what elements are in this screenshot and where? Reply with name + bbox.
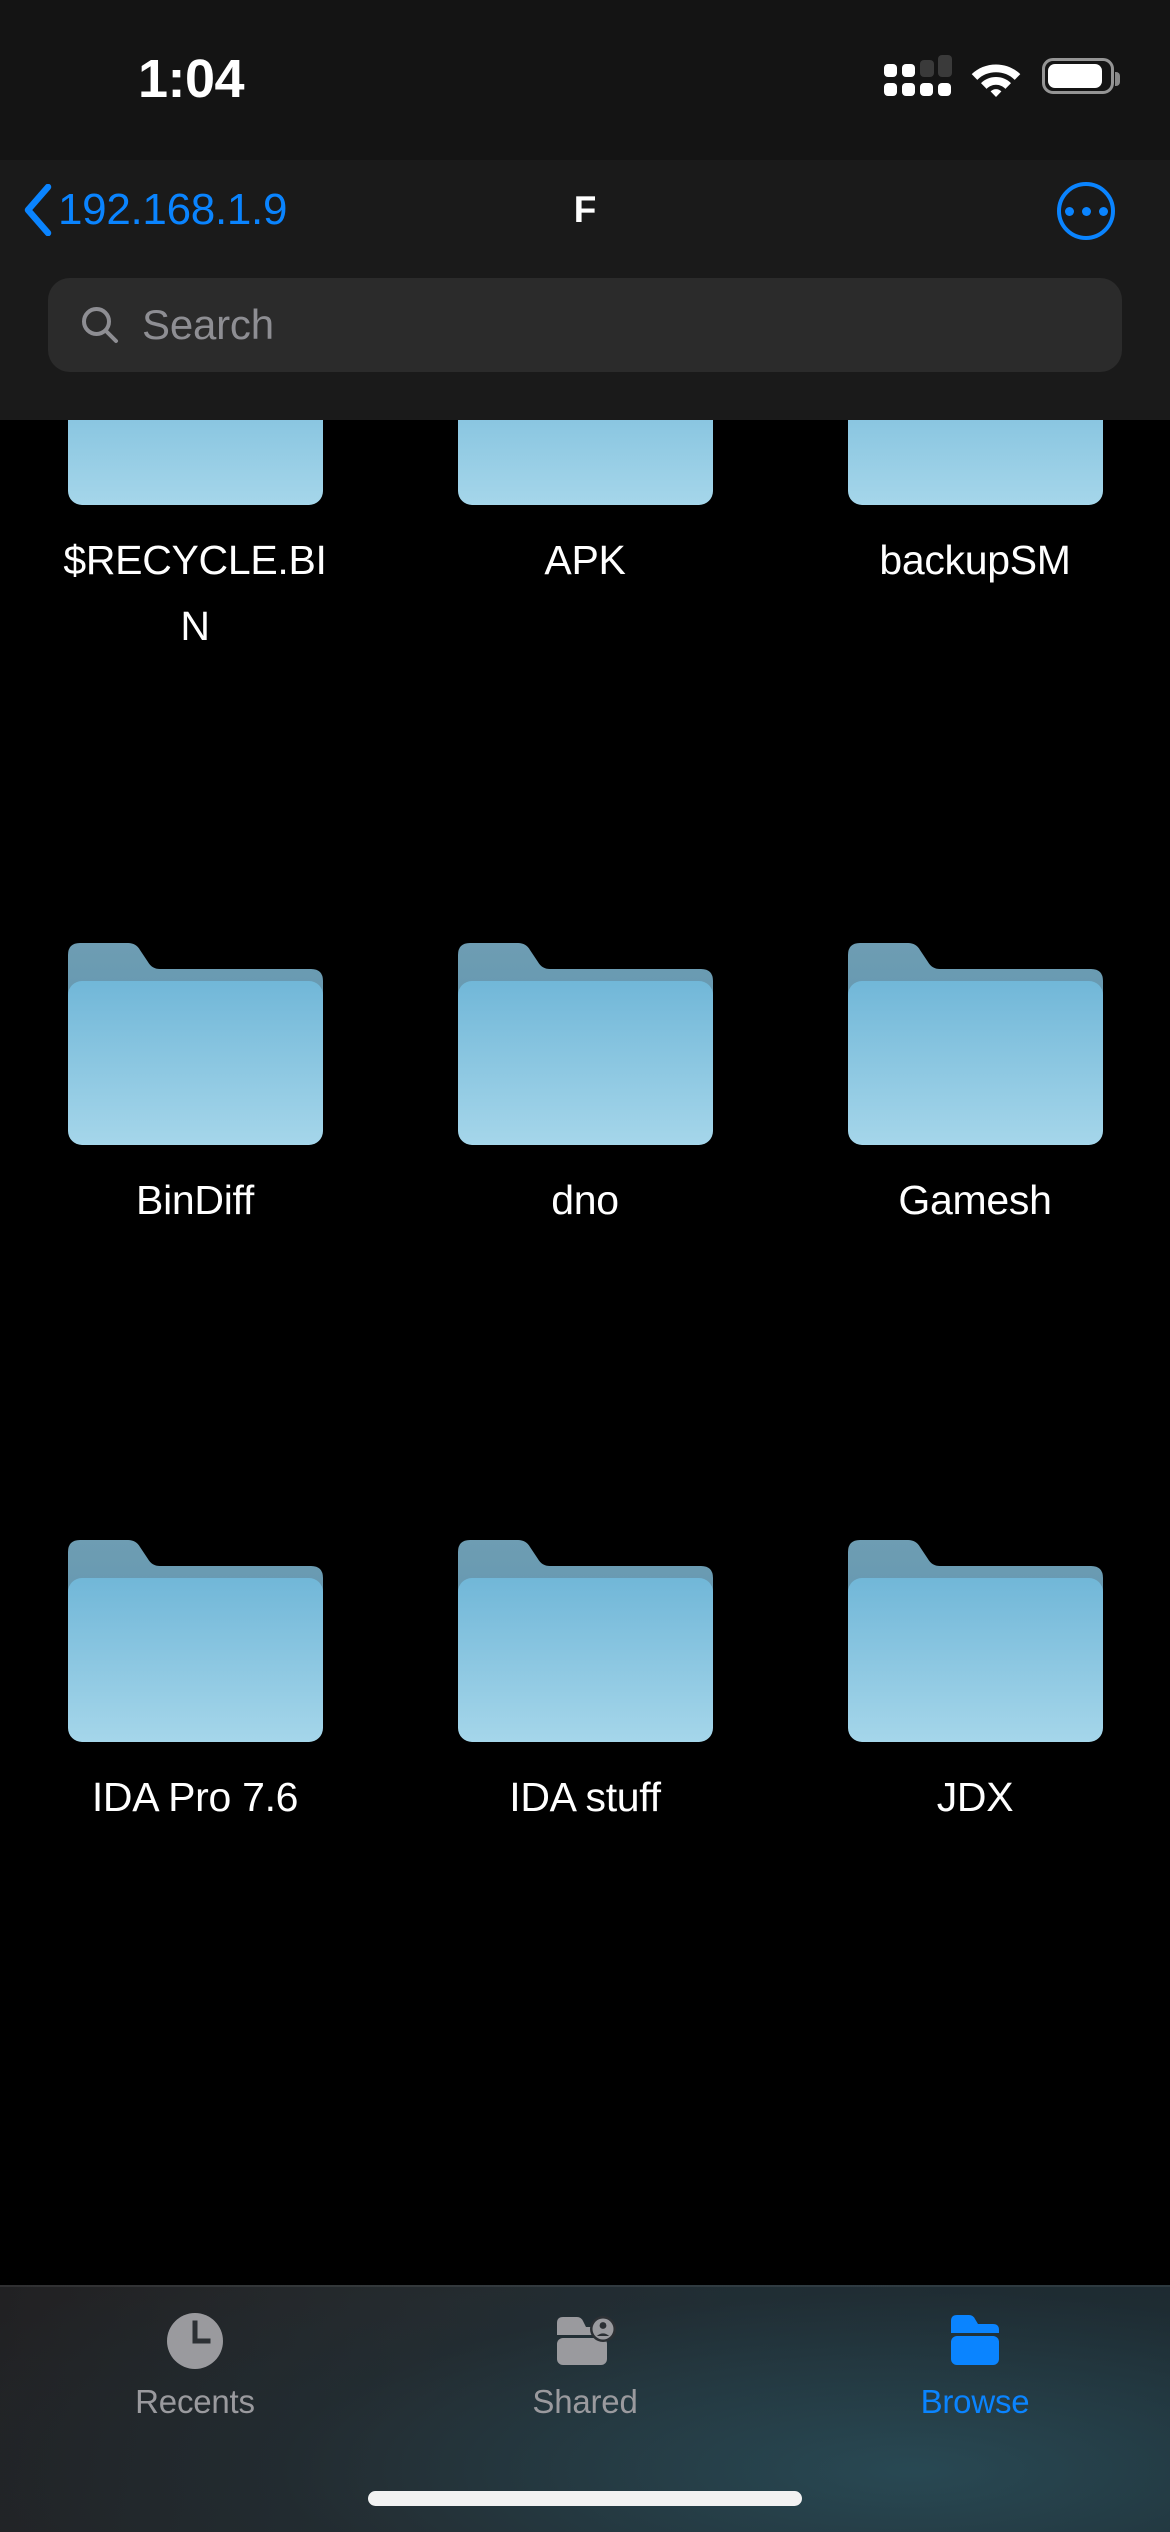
folder-item[interactable]: IDA Pro 7.6	[0, 1538, 390, 2178]
cellular-signal-icon	[884, 55, 952, 97]
status-time: 1:04	[138, 49, 245, 109]
folder-label: IDA stuff	[509, 1774, 661, 1820]
file-grid[interactable]: $RECYCLE.BIN APK backupSM BinDiff dno Ga…	[0, 303, 1170, 2285]
clock-icon	[167, 2313, 223, 2369]
folder-label: APK	[544, 537, 626, 583]
shared-folder-person-icon	[557, 2316, 616, 2365]
home-indicator[interactable]	[368, 2491, 802, 2506]
search-placeholder: Search	[142, 301, 274, 348]
status-bar: 1:04	[0, 0, 1170, 160]
wifi-icon	[971, 64, 1021, 97]
grid-row: IDA Pro 7.6 IDA stuff JDX	[0, 1538, 1170, 2178]
folder-icon	[457, 1538, 713, 1742]
search-icon	[82, 307, 118, 343]
folder-icon	[67, 1538, 323, 1742]
folder-label: IDA Pro 7.6	[91, 1774, 299, 1820]
page-title: F	[573, 189, 597, 230]
folder-icon	[951, 2315, 999, 2365]
folder-item[interactable]: JDX	[780, 1538, 1170, 2178]
tab-browse-label: Browse	[920, 2383, 1030, 2420]
folder-item[interactable]: BinDiff	[0, 941, 390, 1581]
status-indicators	[884, 52, 1120, 100]
folder-icon	[847, 1538, 1103, 1742]
tab-recents[interactable]: Recents	[0, 2285, 390, 2532]
navigation-header: 192.168.1.9 F Search	[0, 160, 1170, 420]
folder-label: JDX	[936, 1774, 1014, 1820]
folder-label: dno	[551, 1177, 619, 1223]
folder-icon	[457, 941, 713, 1145]
ellipsis-circle-icon[interactable]	[1057, 182, 1115, 240]
search-input[interactable]: Search	[48, 278, 1122, 372]
folder-item[interactable]: dno	[390, 941, 780, 1581]
tab-recents-label: Recents	[135, 2383, 255, 2420]
folder-icon	[67, 941, 323, 1145]
tab-shared-label: Shared	[532, 2383, 638, 2420]
folder-item[interactable]: Gamesh	[780, 941, 1170, 1581]
files-app-screen: 1:04 192.168.1.9 F Search $RECYCLE.BIN A…	[0, 0, 1170, 2532]
folder-label: backupSM	[879, 537, 1071, 583]
folder-icon	[847, 941, 1103, 1145]
grid-row: BinDiff dno Gamesh	[0, 941, 1170, 1581]
folder-item[interactable]: IDA stuff	[390, 1538, 780, 2178]
folder-label: Gamesh	[898, 1177, 1052, 1223]
battery-icon	[1042, 58, 1120, 94]
folder-label: $RECYCLE.BIN	[63, 537, 327, 649]
tab-browse[interactable]: Browse	[780, 2285, 1170, 2532]
folder-label: BinDiff	[136, 1177, 254, 1223]
